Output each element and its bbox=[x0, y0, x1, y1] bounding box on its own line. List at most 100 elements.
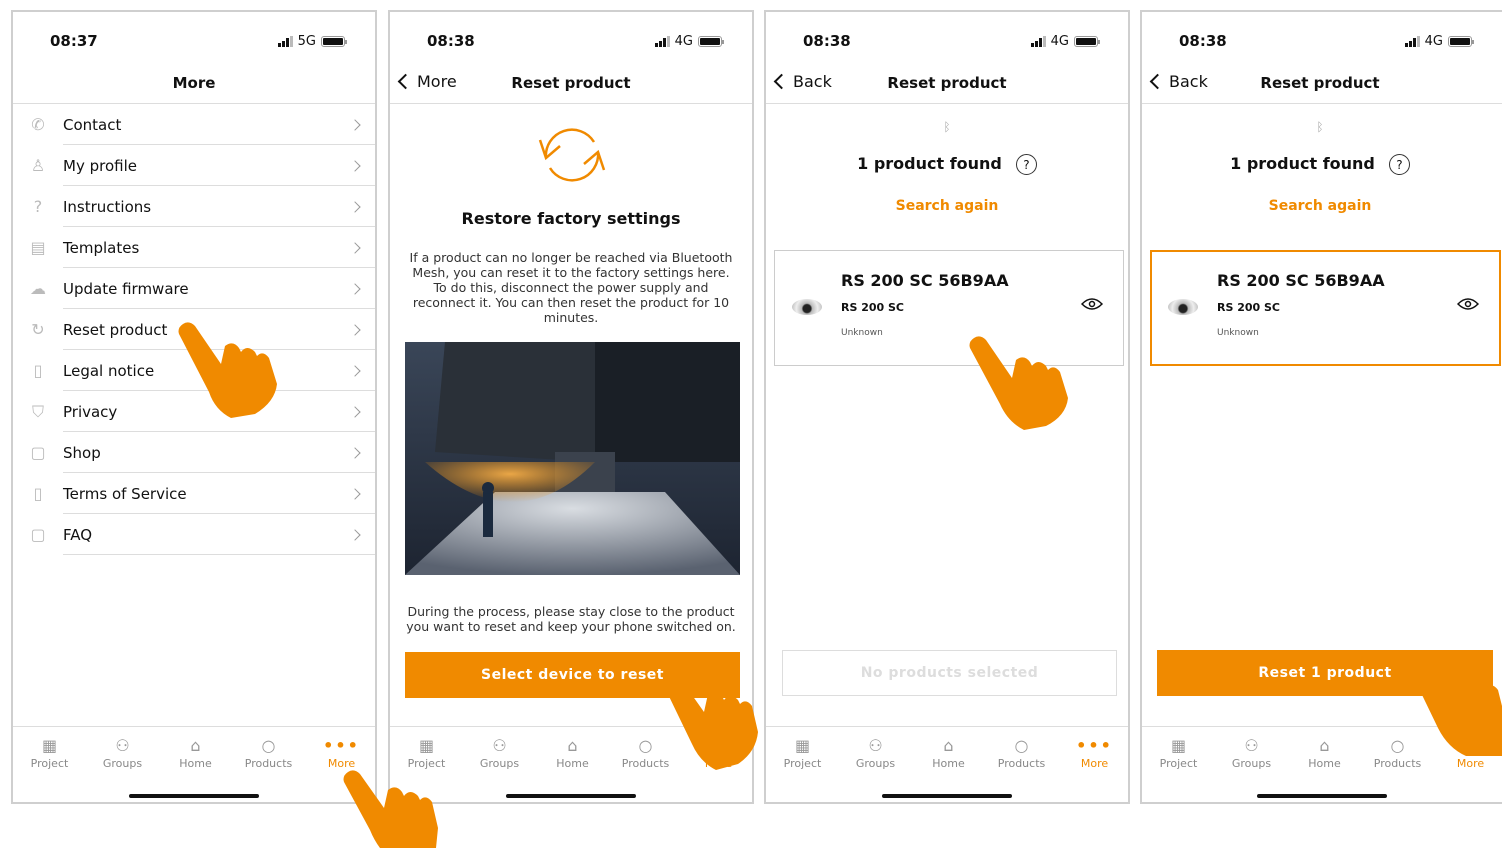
note-text: During the process, please stay close to… bbox=[406, 604, 736, 634]
menu-item-shop[interactable]: ▢ Shop bbox=[13, 432, 375, 473]
home-indicator bbox=[1257, 794, 1387, 798]
phone-screen-reset-intro: 08:38 4G More Reset product Restore fact… bbox=[388, 10, 754, 804]
no-selection-button[interactable]: No products selected bbox=[782, 650, 1117, 696]
description-text: If a product can no longer be reached vi… bbox=[409, 250, 733, 325]
tab-groups[interactable]: ⚇ Groups bbox=[839, 733, 912, 771]
tab-products[interactable]: ○ Products bbox=[1361, 733, 1434, 771]
menu-item-faq[interactable]: ▢ FAQ bbox=[13, 514, 375, 555]
shop-icon: ▢ bbox=[30, 443, 46, 462]
product-status: Unknown bbox=[1217, 328, 1259, 338]
tab-project[interactable]: ▦ Project bbox=[390, 733, 463, 771]
chevron-right-icon bbox=[349, 241, 361, 254]
tab-groups[interactable]: ⚇ Groups bbox=[463, 733, 536, 771]
chevron-right-icon bbox=[349, 528, 361, 541]
tab-more[interactable]: ••• More bbox=[1058, 733, 1128, 771]
chevron-right-icon bbox=[349, 118, 361, 131]
status-bar: 08:38 4G bbox=[766, 32, 1128, 52]
status-bar: 08:37 5G bbox=[13, 32, 375, 52]
tab-home[interactable]: ⌂ Home bbox=[1288, 733, 1361, 771]
more-dots-icon: ••• bbox=[1076, 735, 1113, 755]
phone-screen-more: 08:37 5G More ✆ Contact ♙ My profile? Instru… bbox=[11, 10, 377, 804]
network-label: 4G bbox=[1050, 34, 1069, 49]
menu-item-instructions[interactable]: ? Instructions bbox=[13, 186, 375, 227]
phone-icon: ✆ bbox=[31, 115, 45, 134]
tab-more[interactable]: ••• More bbox=[682, 733, 752, 771]
battery-icon bbox=[321, 36, 347, 47]
chevron-right-icon bbox=[349, 200, 361, 213]
eye-icon[interactable] bbox=[1081, 297, 1103, 311]
building-icon: ▦ bbox=[1170, 735, 1187, 755]
tab-bar: ▦ Project ⚇ Groups ⌂ Home ○ Products ••• More bbox=[390, 726, 752, 802]
bluetooth-icon: ᛒ bbox=[1316, 120, 1324, 134]
select-device-button[interactable]: Select device to reset bbox=[405, 652, 740, 698]
help-icon[interactable]: ? bbox=[1015, 154, 1037, 175]
eye-icon[interactable] bbox=[1457, 297, 1479, 311]
menu-item-contact[interactable]: ✆ Contact bbox=[13, 104, 375, 145]
menu-item-label: Contact bbox=[63, 115, 122, 134]
nav-bar: Back Reset product bbox=[766, 68, 1128, 104]
menu-item-my-profile[interactable]: ♙ My profile bbox=[13, 145, 375, 186]
menu-item-terms-of-service[interactable]: ▯ Terms of Service bbox=[13, 473, 375, 514]
nav-bar: More Reset product bbox=[390, 68, 752, 104]
battery-icon bbox=[1448, 36, 1474, 47]
menu-item-templates[interactable]: ▤ Templates bbox=[13, 227, 375, 268]
network-label: 5G bbox=[297, 34, 316, 49]
menu-item-label: Update firmware bbox=[63, 279, 189, 298]
found-heading: 1 product found? bbox=[766, 154, 1128, 175]
tab-products[interactable]: ○ Products bbox=[609, 733, 682, 771]
menu-item-label: FAQ bbox=[63, 525, 93, 544]
document-icon: ▤ bbox=[30, 238, 46, 257]
product-icon: ○ bbox=[261, 735, 276, 755]
tab-more[interactable]: ••• More bbox=[305, 733, 375, 771]
phone-screen-product-selected: 08:38 4G Back Reset product ᛒ 1 product … bbox=[1140, 10, 1502, 804]
tab-home[interactable]: ⌂ Home bbox=[536, 733, 609, 771]
network-label: 4G bbox=[674, 34, 693, 49]
home-indicator bbox=[506, 794, 636, 798]
menu-item-label: Shop bbox=[63, 443, 101, 462]
tab-home[interactable]: ⌂ Home bbox=[159, 733, 232, 771]
refresh-icon: ↻ bbox=[31, 320, 45, 339]
battery-icon bbox=[1074, 36, 1100, 47]
home-indicator bbox=[882, 794, 1012, 798]
tab-groups[interactable]: ⚇ Groups bbox=[1215, 733, 1288, 771]
search-again-link[interactable]: Search again bbox=[1142, 198, 1498, 214]
tab-more[interactable]: ••• More bbox=[1434, 733, 1502, 771]
status-bar: 08:38 4G bbox=[1142, 32, 1502, 52]
menu-item-label: Privacy bbox=[63, 402, 118, 421]
search-again-link[interactable]: Search again bbox=[766, 198, 1128, 214]
tab-project[interactable]: ▦ Project bbox=[766, 733, 839, 771]
groups-icon: ⚇ bbox=[492, 735, 507, 755]
chevron-right-icon bbox=[349, 159, 361, 172]
tab-products[interactable]: ○ Products bbox=[985, 733, 1058, 771]
tab-project[interactable]: ▦ Project bbox=[1142, 733, 1215, 771]
chevron-right-icon bbox=[349, 487, 361, 500]
person-icon: ♙ bbox=[30, 156, 46, 175]
chevron-right-icon bbox=[349, 364, 361, 377]
menu-item-legal-notice[interactable]: ▯ Legal notice bbox=[13, 350, 375, 391]
home-icon: ⌂ bbox=[567, 735, 578, 755]
menu-item-update-firmware[interactable]: ☁ Update firmware bbox=[13, 268, 375, 309]
tab-products[interactable]: ○ Products bbox=[232, 733, 305, 771]
building-icon: ▦ bbox=[41, 735, 58, 755]
tab-home[interactable]: ⌂ Home bbox=[912, 733, 985, 771]
home-icon: ⌂ bbox=[1319, 735, 1330, 755]
signal-icon bbox=[1404, 36, 1420, 47]
cloud-download-icon: ☁ bbox=[30, 279, 46, 298]
groups-icon: ⚇ bbox=[115, 735, 130, 755]
product-card-selected[interactable]: RS 200 SC 56B9AA RS 200 SC Unknown bbox=[1150, 250, 1501, 366]
menu-item-privacy[interactable]: ⛉ Privacy bbox=[13, 391, 375, 432]
tab-bar: ▦ Project ⚇ Groups ⌂ Home ○ Products ••• More bbox=[1142, 726, 1502, 802]
product-model: RS 200 SC bbox=[1217, 301, 1281, 314]
tab-groups[interactable]: ⚇ Groups bbox=[86, 733, 159, 771]
reset-product-button[interactable]: Reset 1 product bbox=[1157, 650, 1493, 696]
book-icon: ▯ bbox=[33, 484, 43, 503]
product-card[interactable]: RS 200 SC 56B9AA RS 200 SC Unknown bbox=[774, 250, 1124, 366]
help-icon[interactable]: ? bbox=[1388, 154, 1410, 175]
home-icon: ⌂ bbox=[943, 735, 954, 755]
sensor-icon bbox=[792, 299, 822, 315]
product-status: Unknown bbox=[841, 328, 883, 338]
menu-item-reset-product[interactable]: ↻ Reset product bbox=[13, 309, 375, 350]
tab-bar: ▦ Project ⚇ Groups ⌂ Home ○ Products ••• More bbox=[766, 726, 1128, 802]
nav-bar: Back Reset product bbox=[1142, 68, 1502, 104]
tab-project[interactable]: ▦ Project bbox=[13, 733, 86, 771]
